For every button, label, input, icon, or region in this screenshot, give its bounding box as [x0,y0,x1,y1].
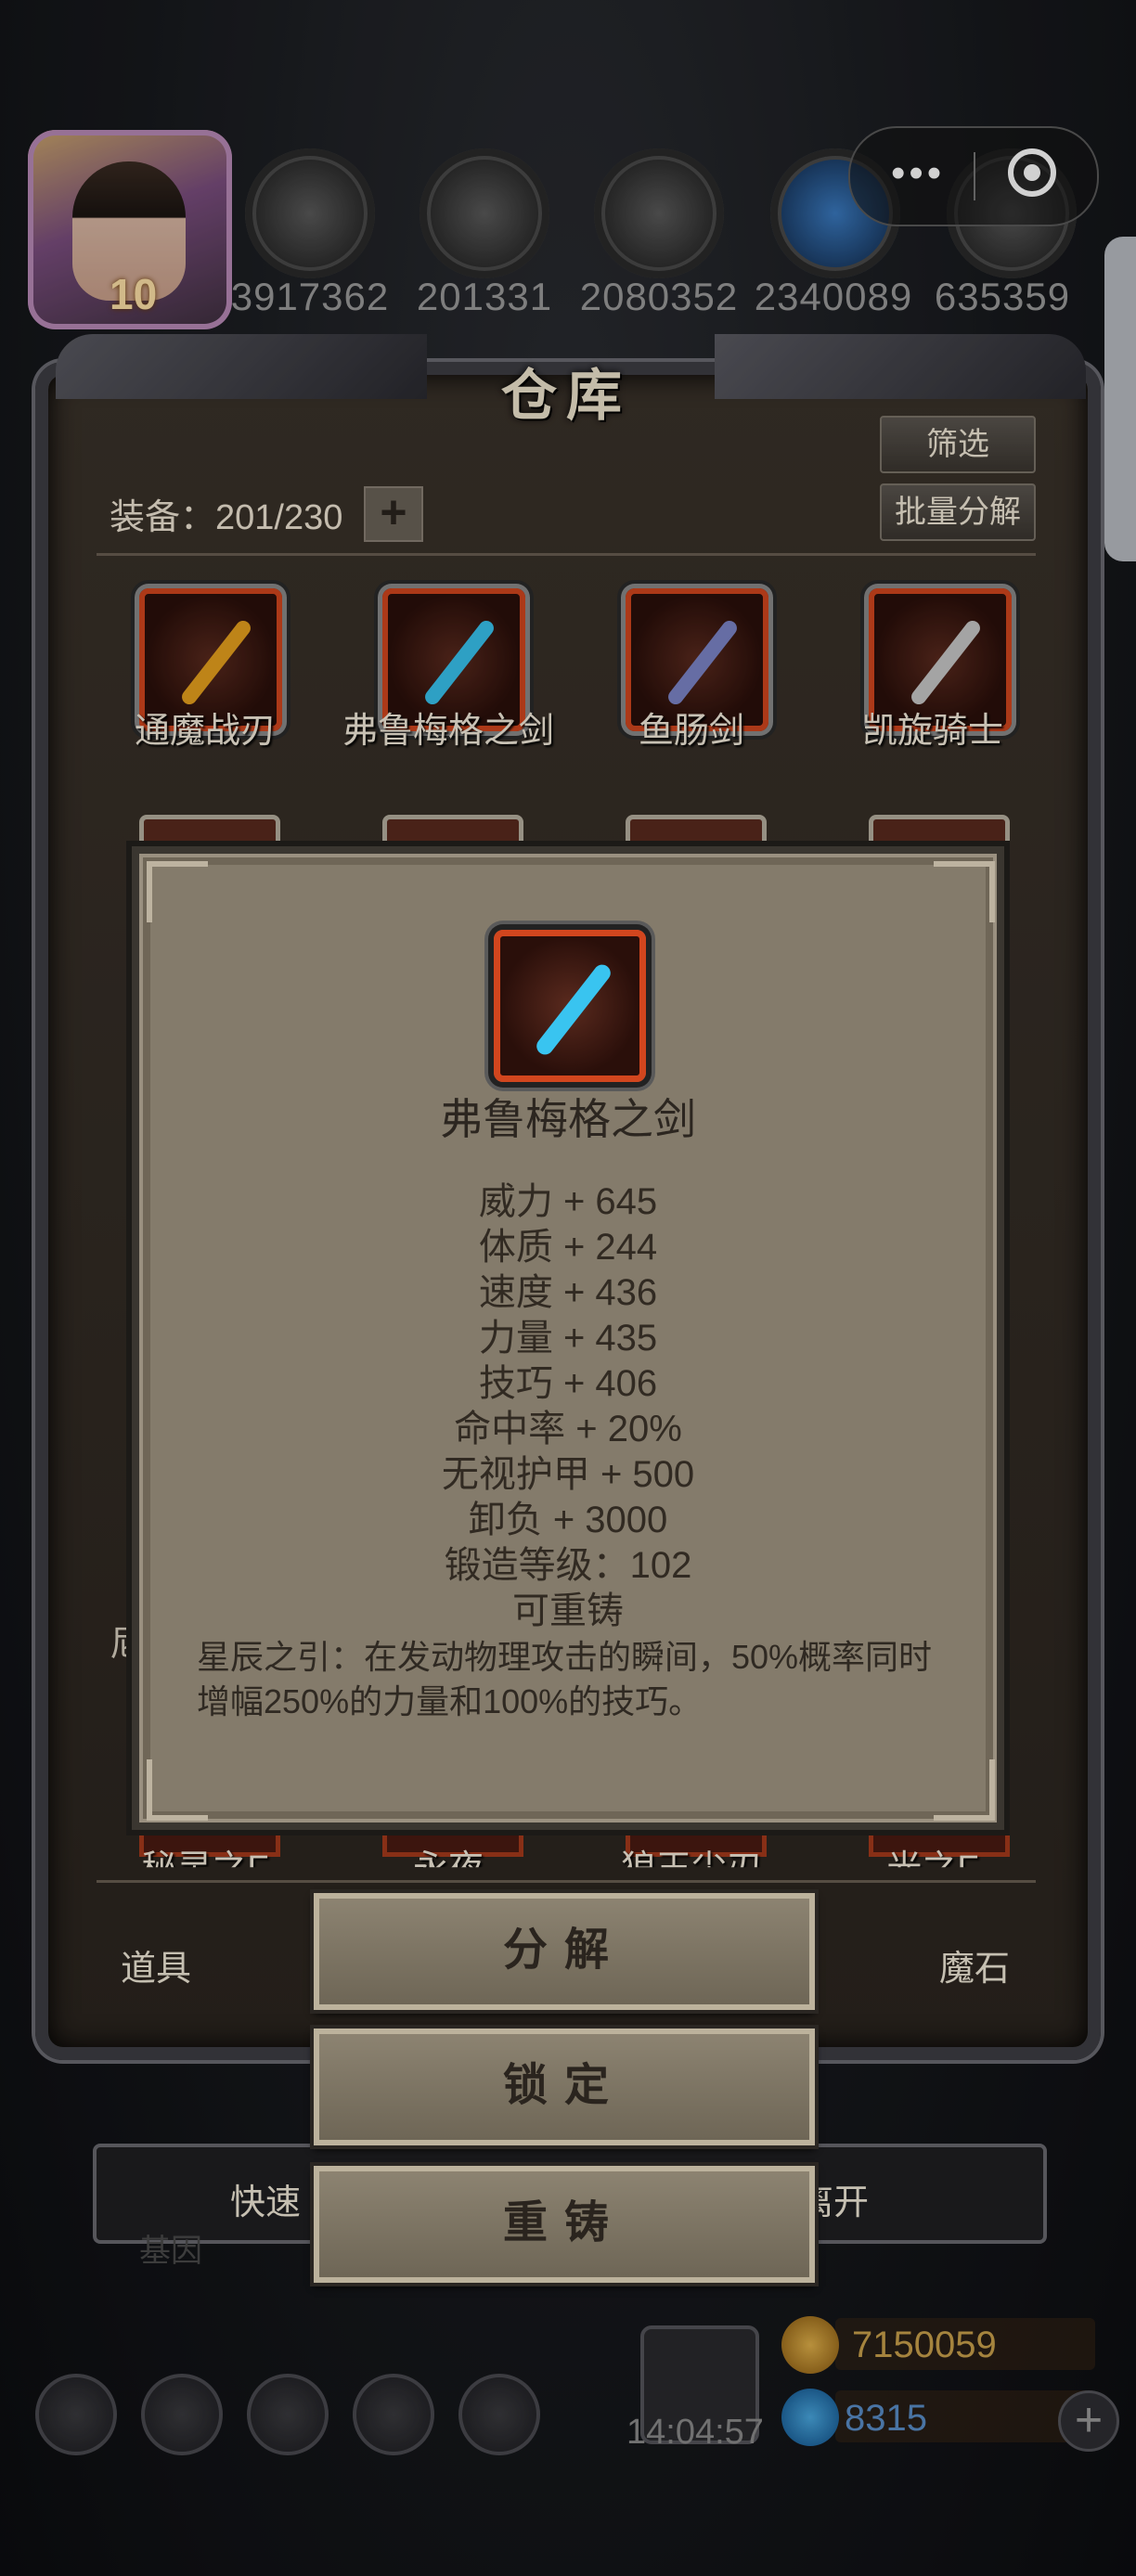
item-detail-name: 弗鲁梅格之剑 [440,1095,696,1143]
stat-line: 可重铸 [512,1591,624,1631]
popup-corner-bl [147,1759,208,1821]
popup-corner-tr [934,861,995,922]
lock-button[interactable]: 锁定 [314,2029,815,2145]
item-detail-icon [494,930,646,1082]
sword-icon [533,960,614,1059]
decompose-button[interactable]: 分解 [314,1893,815,2010]
reforge-button[interactable]: 重铸 [314,2166,815,2283]
item-skill-description: 星辰之引：在发动物理攻击的瞬间，50%概率同时增幅250%的力量和100%的技巧… [197,1638,933,1720]
popup-corner-tl [147,861,208,922]
popup-corner-br [934,1759,995,1821]
